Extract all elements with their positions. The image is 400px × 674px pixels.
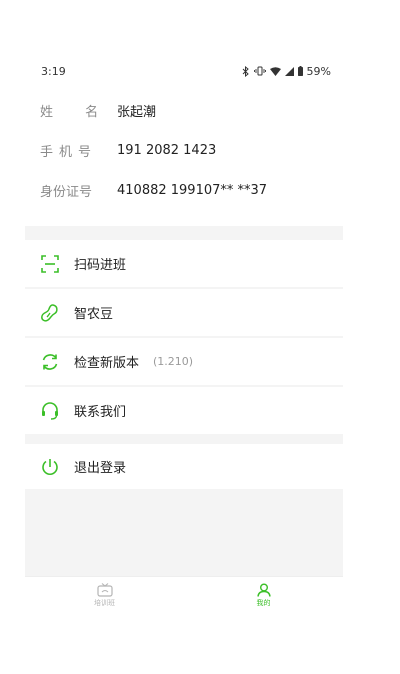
menu-list: 扫码进班 智农豆 检查新版本 (1.210) 联系我们 退出登录	[25, 240, 343, 489]
scan-join-class-item[interactable]: 扫码进班	[25, 240, 343, 287]
phone-screen: 3:19 59% 姓 名 张起潮 手机号 191 2082 1423 身份证号 …	[25, 56, 343, 613]
scan-icon	[40, 254, 60, 274]
name-label: 姓 名	[40, 104, 113, 120]
name-value: 张起潮	[117, 104, 157, 120]
contact-us-item[interactable]: 联系我们	[25, 387, 343, 434]
name-row: 姓 名 张起潮	[25, 90, 343, 130]
id-value: 410882 199107** **37	[117, 182, 268, 198]
vibrate-icon	[253, 66, 266, 76]
logout-label: 退出登录	[74, 461, 127, 476]
contact-us-label: 联系我们	[74, 405, 127, 420]
tab-training[interactable]: 培训班	[25, 577, 184, 613]
refresh-icon	[40, 352, 60, 372]
phone-value: 191 2082 1423	[117, 142, 217, 158]
section-divider	[25, 226, 343, 240]
check-update-label: 检查新版本	[74, 356, 140, 371]
profile-card: 姓 名 张起潮 手机号 191 2082 1423 身份证号 410882 19…	[25, 86, 343, 226]
status-icons: 59%	[242, 65, 331, 78]
smart-beans-label: 智农豆	[74, 307, 114, 322]
id-label: 身份证号	[40, 184, 93, 200]
power-icon	[40, 457, 60, 477]
person-icon	[256, 583, 271, 597]
phone-label: 手机号	[40, 144, 98, 160]
id-row: 身份证号 410882 199107** **37	[25, 170, 343, 210]
tab-mine-label: 我的	[256, 598, 271, 607]
headset-icon	[40, 401, 60, 421]
status-bar: 3:19 59%	[25, 56, 343, 86]
bottom-tab-bar: 培训班 我的	[25, 576, 343, 613]
scan-join-class-label: 扫码进班	[74, 258, 127, 273]
battery-percent: 59%	[306, 64, 331, 78]
phone-row: 手机号 191 2082 1423	[25, 130, 343, 170]
check-update-item[interactable]: 检查新版本 (1.210)	[25, 338, 343, 385]
battery-icon	[297, 66, 303, 76]
version-number: (1.210)	[153, 355, 194, 368]
status-time: 3:19	[41, 64, 66, 78]
bluetooth-icon	[242, 65, 249, 77]
tab-training-label: 培训班	[94, 598, 115, 607]
tab-mine[interactable]: 我的	[184, 577, 343, 613]
signal-icon	[284, 66, 294, 76]
logout-item[interactable]: 退出登录	[25, 444, 343, 489]
bean-icon	[40, 303, 60, 323]
smart-beans-item[interactable]: 智农豆	[25, 289, 343, 336]
wifi-icon	[269, 66, 281, 76]
tv-icon	[96, 582, 113, 597]
